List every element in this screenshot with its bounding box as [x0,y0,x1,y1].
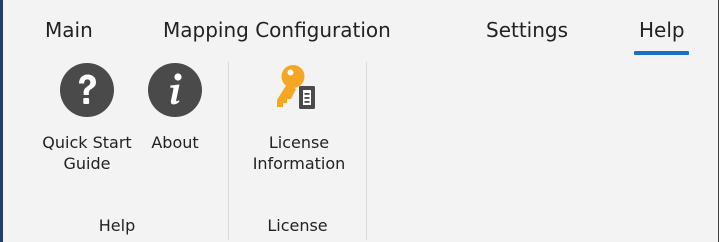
ribbon-tab-bar: Main Mapping Configuration Settings Help [3,0,718,52]
tab-main[interactable]: Main [45,18,93,42]
about-label-line1: About [151,133,199,152]
license-information-label-line1: License [268,133,330,152]
group-label-license: License [267,216,328,235]
info-circle-icon [148,63,202,117]
quick-start-guide-label-line2: Guide [63,154,111,173]
about-button[interactable]: About [135,62,215,153]
group-label-help: Help [98,216,136,235]
quick-start-guide-button[interactable]: Quick Start Guide [27,62,147,174]
group-separator [228,62,229,240]
license-information-label: License Information [239,132,359,174]
quick-start-guide-label: Quick Start Guide [27,132,147,174]
quick-start-guide-label-line1: Quick Start [42,133,132,152]
question-circle-icon [60,63,114,117]
tab-settings[interactable]: Settings [486,18,568,42]
license-information-label-line2: Information [252,154,346,173]
app-window: Main Mapping Configuration Settings Help… [0,0,719,242]
tab-help[interactable]: Help [639,18,685,42]
license-information-button[interactable]: License Information [239,62,359,174]
tab-mapping-configuration[interactable]: Mapping Configuration [163,18,391,42]
group-separator [366,62,367,240]
key-document-icon [277,65,315,109]
about-label: About [135,132,215,153]
active-tab-indicator [634,51,689,55]
ribbon-panel: Quick Start Guide About License Informat… [3,56,718,242]
